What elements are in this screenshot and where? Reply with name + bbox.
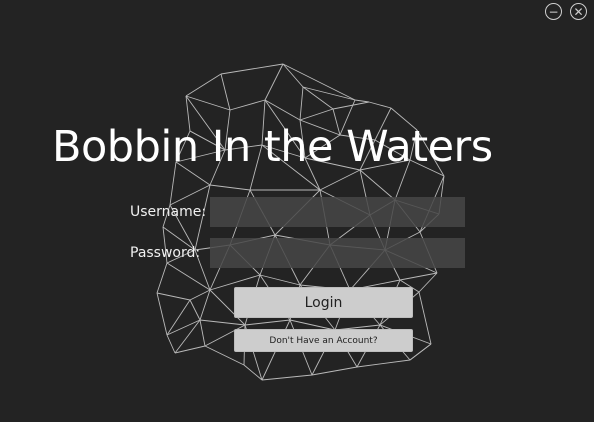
mesh-edge [156,262,168,294]
mesh-edge [368,101,392,109]
mesh-edge [199,319,246,326]
mesh-edge [319,169,361,191]
mesh-edge [409,343,432,361]
mesh-edge [220,63,284,75]
mesh-edge [264,99,301,121]
mesh-edge [282,63,356,101]
mesh-edge [299,86,304,121]
mesh-edge [354,99,370,103]
mesh-edge [185,73,222,97]
password-label: Password: [130,245,201,261]
mesh-edge [220,73,231,111]
mesh-edge [166,334,176,354]
mesh-edge [264,63,284,101]
mesh-edge [332,101,370,110]
app-title: Bobbin In the Waters [52,122,493,172]
mesh-edge [199,319,206,347]
mesh-edge [189,299,201,321]
login-window: − ✕ Bobbin In the Waters Username: Passw… [0,0,594,422]
mesh-edge [302,86,356,101]
username-input[interactable] [210,197,465,227]
mesh-edge [418,291,432,345]
close-circle-icon: ✕ [573,4,584,19]
login-button[interactable]: Login [234,287,413,318]
mesh-edge [282,63,304,88]
mesh-edge [166,262,211,291]
mesh-edge [169,184,211,206]
password-input[interactable] [210,238,465,268]
mesh-edge [261,374,313,381]
minimize-button[interactable]: − [545,3,562,20]
signup-link-button[interactable]: Don't Have an Account? [234,329,413,352]
mesh-edge [229,99,266,111]
username-label: Username: [130,204,207,220]
close-button[interactable]: ✕ [570,3,587,20]
minus-circle-icon: − [548,4,559,19]
mesh-edge [185,95,231,111]
mesh-edge [311,366,358,376]
mesh-edge [156,292,191,301]
mesh-edge [209,184,251,191]
mesh-edge [356,359,411,368]
mesh-edge [299,108,334,121]
mesh-edge [156,292,168,336]
mesh-edge [244,319,291,326]
